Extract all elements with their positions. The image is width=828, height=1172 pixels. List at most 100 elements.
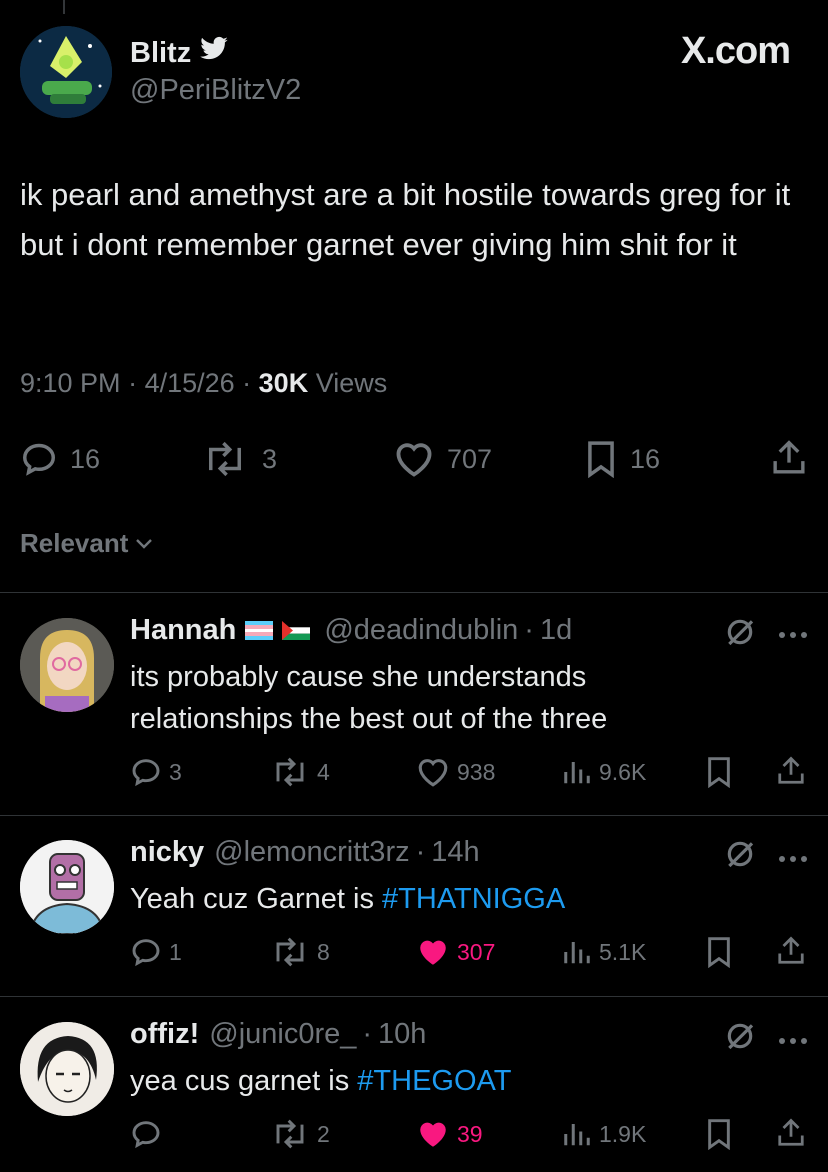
reply-handle[interactable]: @junic0re_	[209, 1018, 356, 1051]
share-icon	[778, 936, 804, 964]
share-button[interactable]	[770, 438, 808, 478]
reply-name[interactable]: nicky	[130, 836, 204, 869]
reply-handle[interactable]: @deadindublin	[324, 614, 518, 647]
reply-count: 16	[70, 443, 101, 474]
reply-button[interactable]	[130, 1118, 169, 1150]
author-name[interactable]: Blitz	[130, 37, 191, 70]
divider	[0, 592, 828, 593]
like-button[interactable]: 307	[416, 936, 495, 968]
like-count: 307	[457, 938, 496, 965]
reply-avatar[interactable]	[20, 618, 114, 712]
grok-icon[interactable]	[724, 1020, 756, 1057]
tweet-meta: 9:10 PM · 4/15/26 · 30K Views	[20, 368, 388, 398]
like-count: 938	[457, 758, 496, 785]
share-button[interactable]	[776, 934, 806, 968]
thread-line	[63, 0, 65, 14]
repost-count: 8	[317, 938, 330, 965]
tweet-text: ik pearl and amethyst are a bit hostile …	[20, 177, 791, 262]
bookmark-icon	[708, 937, 730, 968]
reply-text: yea cus garnet is #THEGOAT	[130, 1060, 511, 1102]
views-button[interactable]: 9.6K	[562, 756, 646, 788]
repost-icon	[209, 441, 241, 477]
more-icon[interactable]	[778, 850, 808, 868]
verified-bird-icon	[199, 36, 229, 70]
grok-icon[interactable]	[724, 616, 756, 653]
bookmark-icon	[588, 441, 614, 478]
views-button[interactable]: 1.9K	[562, 1118, 646, 1150]
repost-button[interactable]: 4	[270, 756, 330, 788]
views-count: 30K	[258, 368, 309, 398]
reply-icon	[132, 759, 160, 787]
reply-icon	[132, 939, 160, 967]
reply-text-line: relationships the best out of the three	[130, 703, 608, 735]
share-icon	[773, 440, 805, 474]
share-button[interactable]	[776, 754, 806, 788]
views-icon	[564, 1124, 590, 1146]
bookmark-button[interactable]: 16	[584, 440, 660, 478]
hashtag-link[interactable]: #THATNIGGA	[382, 883, 565, 915]
repost-button[interactable]: 8	[270, 936, 330, 968]
more-icon[interactable]	[778, 626, 808, 644]
reply-time: 14h	[431, 836, 480, 868]
like-icon	[396, 443, 432, 477]
reply-button[interactable]: 1	[130, 936, 182, 968]
share-icon	[778, 1118, 804, 1146]
grok-icon[interactable]	[724, 838, 756, 875]
palestine-flag-icon	[282, 621, 311, 640]
repost-icon	[276, 757, 304, 787]
sort-dropdown[interactable]: Relevant	[20, 528, 154, 559]
hashtag-link[interactable]: #THEGOAT	[357, 1065, 511, 1097]
views-count: 1.9K	[599, 1120, 647, 1147]
reply-button[interactable]: 16	[20, 440, 100, 478]
views-label: Views	[315, 368, 388, 398]
reply-name[interactable]: offiz!	[130, 1018, 199, 1051]
repost-count: 2	[317, 1120, 330, 1147]
tweet-date: 4/15/26	[144, 368, 235, 398]
more-icon[interactable]	[778, 1032, 808, 1050]
reply-count: 1	[169, 938, 182, 965]
share-icon	[778, 756, 804, 784]
like-count: 707	[447, 443, 493, 474]
chevron-down-icon	[136, 538, 153, 549]
author-handle[interactable]: @PeriBlitzV2	[130, 74, 301, 107]
reply-text: Yeah cuz Garnet is #THATNIGGA	[130, 878, 565, 920]
tweet-time: 9:10 PM	[20, 368, 121, 398]
like-count: 39	[457, 1120, 483, 1147]
reply-button[interactable]: 3	[130, 756, 182, 788]
bookmark-icon	[708, 757, 730, 788]
bookmark-button[interactable]	[705, 1118, 733, 1150]
reply-count: 3	[169, 758, 182, 785]
like-icon	[418, 759, 448, 787]
bookmark-button[interactable]	[705, 756, 733, 788]
reply-time: 1d	[539, 614, 573, 646]
like-button[interactable]: 39	[416, 1118, 483, 1150]
divider	[0, 996, 828, 997]
views-button[interactable]: 5.1K	[562, 936, 646, 968]
reply-name[interactable]: Hannah	[130, 614, 236, 647]
reply-text-plain: yea cus garnet is	[130, 1065, 358, 1097]
repost-count: 4	[317, 758, 330, 785]
reply-icon	[23, 443, 55, 476]
like-button[interactable]: 707	[393, 440, 492, 478]
reply-icon	[132, 1121, 160, 1149]
author-avatar[interactable]	[20, 26, 112, 118]
bookmark-button[interactable]	[705, 936, 733, 968]
views-count: 5.1K	[599, 938, 647, 965]
reply-text-plain: Yeah cuz Garnet is	[130, 883, 383, 915]
views-icon	[564, 762, 590, 784]
trans-flag-icon	[245, 621, 274, 640]
brand-label: X.com	[680, 30, 791, 72]
like-icon	[420, 940, 446, 965]
sort-label: Relevant	[20, 528, 129, 558]
share-button[interactable]	[776, 1116, 806, 1150]
reply-avatar[interactable]	[20, 840, 114, 934]
like-button[interactable]: 938	[416, 756, 495, 788]
repost-button[interactable]: 3	[200, 440, 277, 478]
reply-avatar[interactable]	[20, 1022, 114, 1116]
bookmark-count: 16	[630, 443, 661, 474]
repost-button[interactable]: 2	[270, 1118, 330, 1150]
reply-time: 10h	[378, 1018, 427, 1050]
reply-text-line: its probably cause she understands	[130, 661, 587, 693]
reply-handle[interactable]: @lemoncritt3rz	[214, 836, 409, 869]
views-icon	[564, 942, 590, 964]
